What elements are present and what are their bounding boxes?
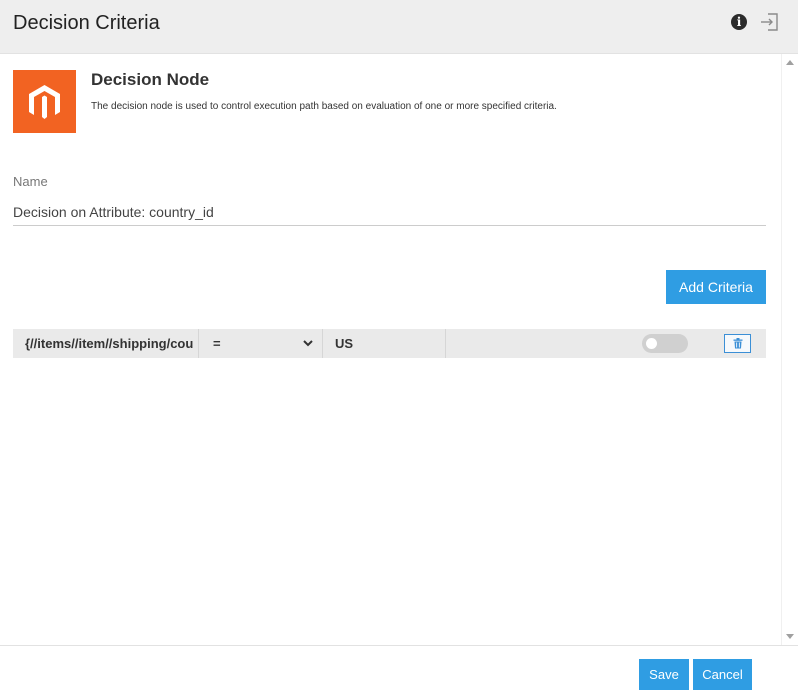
dialog-title: Decision Criteria: [13, 12, 160, 34]
criteria-attribute-field[interactable]: {//items//item//shipping/country_id}: [25, 336, 193, 351]
vertical-scrollbar[interactable]: [781, 54, 798, 645]
name-input[interactable]: [13, 198, 766, 226]
dialog-header: Decision Criteria i: [0, 0, 798, 54]
column-divider: [198, 329, 199, 358]
delete-criteria-button[interactable]: [724, 334, 751, 353]
column-divider: [445, 329, 446, 358]
criteria-value-field[interactable]: US: [335, 336, 353, 351]
criteria-operator-select[interactable]: =: [213, 336, 221, 351]
name-label: Name: [13, 174, 48, 189]
node-description: The decision node is used to control exe…: [91, 101, 557, 112]
scroll-down-icon[interactable]: [786, 634, 794, 639]
column-divider: [322, 329, 323, 358]
criteria-row: {//items//item//shipping/country_id} = U…: [13, 329, 766, 358]
trash-icon: [733, 338, 743, 349]
scroll-up-icon[interactable]: [786, 60, 794, 65]
add-criteria-button[interactable]: Add Criteria: [666, 270, 766, 304]
criteria-enable-toggle[interactable]: [642, 334, 688, 353]
magento-logo: [13, 70, 76, 133]
toggle-knob: [646, 338, 657, 349]
cancel-button[interactable]: Cancel: [693, 659, 752, 690]
chevron-down-icon[interactable]: [302, 337, 314, 349]
save-button[interactable]: Save: [639, 659, 689, 690]
info-icon[interactable]: i: [731, 14, 747, 30]
node-title: Decision Node: [91, 70, 210, 89]
exit-icon[interactable]: [759, 12, 779, 32]
dialog-footer: Save Cancel: [0, 645, 798, 697]
magento-logo-icon: [29, 85, 60, 119]
